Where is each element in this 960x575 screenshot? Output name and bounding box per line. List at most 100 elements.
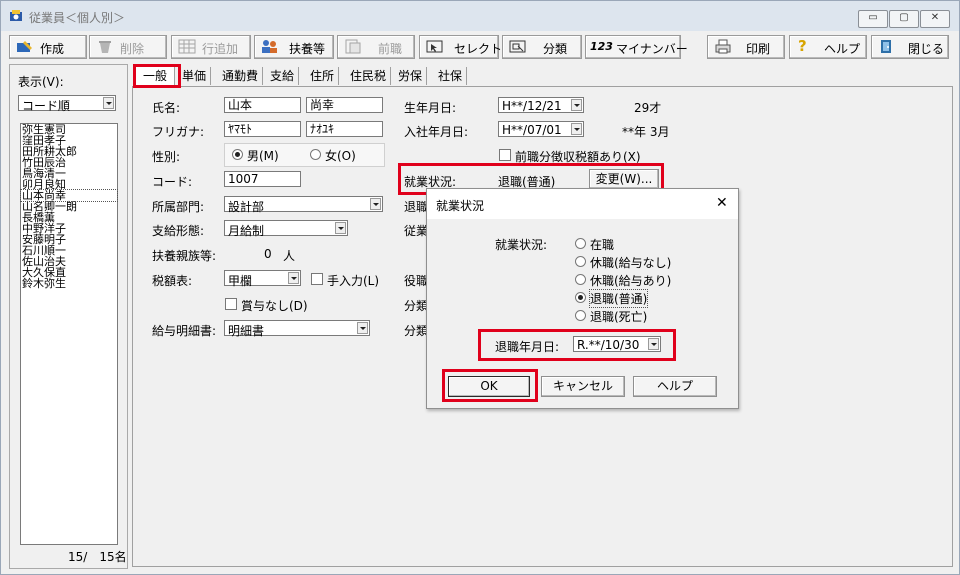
chevron-down-icon[interactable] [571, 99, 582, 111]
dialog-title-bar: 就業状況 ✕ [427, 189, 738, 219]
display-label: 表示(V): [18, 75, 64, 89]
female-radio[interactable] [310, 149, 321, 160]
employee-window: 従業員＜個人別＞ ▭ ▢ ✕ 作成 削除 行追加 扶養等 前職 セレクト 分類 … [0, 0, 960, 575]
staff-field-label: 従業 [404, 224, 429, 238]
classify-icon [509, 40, 526, 53]
dialog-help-button[interactable]: ヘルプ [633, 376, 717, 397]
retire-field-label: 退職 [404, 200, 429, 214]
create-button[interactable]: 作成 [9, 35, 87, 59]
status-option-radio[interactable] [575, 256, 586, 267]
app-icon [10, 10, 22, 21]
age-text: 29才 [634, 101, 662, 115]
exit-door-icon [881, 40, 891, 53]
chevron-down-icon[interactable] [357, 322, 368, 334]
highlight-general-tab [133, 64, 181, 88]
document-icon [345, 39, 361, 54]
status-option-radio[interactable] [575, 292, 586, 303]
first-kana-input[interactable]: ﾅｵﾕｷ [306, 121, 383, 137]
manual-input-checkbox[interactable] [311, 273, 323, 285]
tab-social-insurance[interactable]: 社保 [434, 67, 468, 85]
mynumber-button[interactable]: 123 マイナンバー [585, 35, 688, 59]
last-kana-input[interactable]: ﾔﾏﾓﾄ [224, 121, 301, 137]
printer-icon [715, 39, 731, 54]
add-row-button[interactable]: 行追加 [171, 35, 251, 59]
male-radio[interactable] [232, 149, 243, 160]
restore-button[interactable]: ▢ [889, 10, 919, 28]
birth-date-select[interactable]: H**/12/21 [498, 97, 584, 113]
payslip-select[interactable]: 明細書 [224, 320, 370, 338]
first-name-input[interactable]: 尚幸 [306, 97, 383, 113]
code-input[interactable]: 1007 [224, 171, 301, 187]
window-title: 従業員＜個人別＞ [29, 11, 126, 25]
status-option-label[interactable]: 在職 [590, 236, 614, 253]
delete-icon [99, 41, 111, 53]
dialog-status-label: 就業状況: [495, 238, 548, 252]
list-item[interactable]: 鈴木弥生 [21, 278, 117, 289]
manual-input-label[interactable]: 手入力(L) [327, 272, 379, 289]
tax-table-select[interactable]: 甲欄 [224, 270, 301, 288]
status-option-radio[interactable] [575, 274, 586, 285]
tax-table-label: 税額表: [152, 274, 193, 288]
pay-type-select[interactable]: 月給制 [224, 220, 348, 238]
status-option-label[interactable]: 退職(死亡) [590, 308, 647, 325]
status-option-label[interactable]: 休職(給与あり) [590, 272, 671, 289]
dependents-button[interactable]: 扶養等 [254, 35, 334, 59]
employee-listbox[interactable]: 弥生憲司 窪田孝子 田所耕太郎 竹田辰治 鳥海清一 卯月良知 山本尚幸 山名卿一朗 長橋薫 中野洋… [20, 123, 118, 545]
close-icon: ✕ [930, 12, 940, 23]
tab-bar: 一般 単価 通勤費 支給 住所 住民税 労保 社保 [132, 64, 953, 87]
class-field-label-2: 分類 [404, 324, 429, 338]
dialog-close-icon[interactable]: ✕ [716, 195, 728, 211]
no-bonus-label[interactable]: 賞与なし(D) [241, 297, 308, 314]
select-icon [426, 40, 443, 53]
minimize-icon: ▭ [868, 12, 878, 23]
chevron-down-icon[interactable] [103, 97, 114, 109]
help-button[interactable]: ? ヘルプ [789, 35, 867, 59]
chevron-down-icon[interactable] [288, 272, 299, 284]
code-label: コード: [152, 175, 193, 189]
tab-resident-tax[interactable]: 住民税 [346, 67, 392, 85]
sort-select[interactable]: コード順 [18, 95, 116, 113]
employment-status-dialog: 就業状況 ✕ 就業状況: 在職 休職(給与なし) 休職(給与あり) 退職(普通) 退職(… [426, 188, 739, 409]
hire-date-select[interactable]: H**/07/01 [498, 121, 584, 137]
chevron-down-icon[interactable] [370, 198, 381, 210]
last-name-input[interactable]: 山本 [224, 97, 301, 113]
status-option-label[interactable]: 休職(給与なし) [590, 254, 671, 271]
title-bar: 従業員＜個人別＞ ▭ ▢ ✕ [1, 1, 959, 31]
dialog-title: 就業状況 [436, 199, 485, 213]
tab-labor-insurance[interactable]: 労保 [394, 67, 428, 85]
delete-button[interactable]: 削除 [89, 35, 167, 59]
employee-count: 15/ 15名 [68, 550, 127, 564]
payslip-label: 給与明細書: [152, 324, 217, 338]
birth-label: 生年月日: [404, 101, 457, 115]
status-option-radio[interactable] [575, 238, 586, 249]
tab-payment[interactable]: 支給 [266, 67, 300, 85]
dept-select[interactable]: 設計部 [224, 196, 383, 214]
chevron-down-icon[interactable] [335, 222, 346, 234]
gender-label: 性別: [152, 150, 181, 164]
status-option-label[interactable]: 退職(普通) [588, 289, 649, 308]
question-icon: ? [798, 37, 807, 55]
cancel-button[interactable]: キャンセル [541, 376, 625, 397]
role-field-label: 役職 [404, 274, 429, 288]
minimize-button[interactable]: ▭ [858, 10, 888, 28]
prev-job-button[interactable]: 前職 [337, 35, 415, 59]
table-icon [178, 39, 196, 54]
dependents-unit: 人 [283, 249, 296, 263]
status-option-radio[interactable] [575, 310, 586, 321]
no-bonus-checkbox[interactable] [225, 298, 237, 310]
tab-address[interactable]: 住所 [306, 67, 340, 85]
people-icon [262, 40, 277, 53]
close-window-button[interactable]: ✕ [920, 10, 950, 28]
hire-date-label: 入社年月日: [404, 125, 469, 139]
print-button[interactable]: 印刷 [707, 35, 785, 59]
select-button[interactable]: セレクト [419, 35, 502, 59]
male-label[interactable]: 男(M) [247, 147, 279, 164]
female-label[interactable]: 女(O) [325, 147, 356, 164]
dependents-count: 0 [264, 247, 272, 261]
chevron-down-icon[interactable] [571, 123, 582, 135]
classify-button[interactable]: 分類 [502, 35, 582, 59]
tab-unit-price[interactable]: 単価 [178, 67, 212, 85]
tab-commute[interactable]: 通勤費 [218, 67, 264, 85]
prev-tax-checkbox[interactable] [499, 149, 511, 161]
close-button[interactable]: 閉じる [871, 35, 949, 59]
